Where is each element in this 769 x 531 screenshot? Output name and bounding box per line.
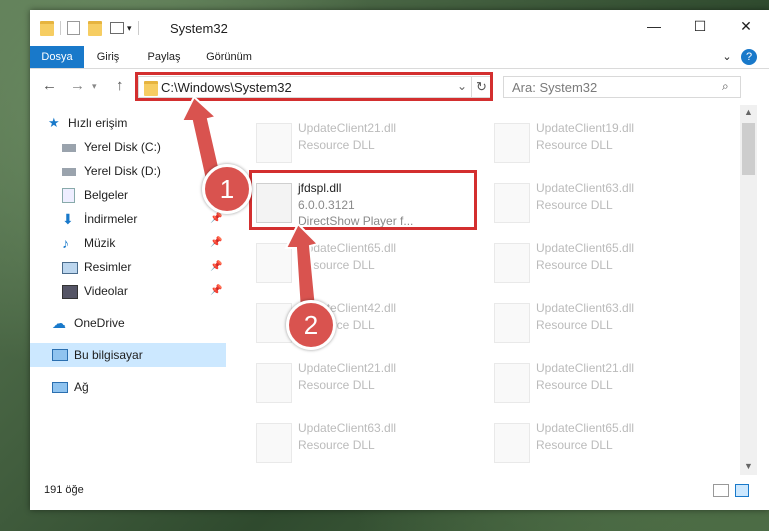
drive-icon: [62, 144, 76, 152]
new-folder-icon[interactable]: [88, 20, 102, 36]
download-icon: ⬇: [62, 211, 74, 227]
dll-file-icon: [494, 423, 530, 463]
pictures-icon: [62, 262, 78, 274]
recent-dropdown-icon[interactable]: ▾: [92, 81, 97, 92]
scroll-up-icon[interactable]: ▲: [744, 107, 753, 117]
sidebar-item-videos[interactable]: Videolar 📌: [30, 279, 226, 303]
document-icon: [62, 188, 75, 203]
vertical-scrollbar[interactable]: ▲ ▼: [740, 105, 757, 475]
up-arrow-icon[interactable]: ↑: [116, 77, 124, 94]
ribbon-tabs: Dosya Giriş Paylaş Görünüm ⌄ ?: [30, 46, 769, 69]
dll-file-icon: [494, 303, 530, 343]
minimize-button[interactable]: —: [631, 10, 677, 42]
title-bar: ▾ System32 — ☐ ✕: [30, 10, 769, 46]
pin-icon[interactable]: 📌: [210, 255, 222, 279]
help-icon[interactable]: ?: [741, 49, 757, 65]
drive-icon: [62, 168, 76, 176]
tab-home[interactable]: Giriş: [88, 46, 128, 68]
tab-share[interactable]: Paylaş: [142, 46, 186, 68]
dll-file-icon: [494, 243, 530, 283]
dll-file-icon: [494, 183, 530, 223]
list-item[interactable]: UpdateClient21.dll Resource DLL: [488, 359, 718, 407]
video-icon: [62, 285, 78, 299]
network-icon: [52, 382, 68, 393]
list-item[interactable]: UpdateClient63.dll Resource DLL: [250, 419, 480, 467]
window-title: System32: [170, 21, 228, 36]
search-icon: ⌕: [722, 79, 729, 93]
dll-file-icon: [256, 423, 292, 463]
list-item[interactable]: UpdateClient21.dll Resource DLL: [250, 119, 480, 167]
status-bar: 191 öğe: [30, 480, 769, 502]
search-box[interactable]: Ara: System32 ⌕: [503, 76, 741, 98]
pin-icon[interactable]: 📌: [210, 231, 222, 255]
cloud-icon: ☁: [52, 315, 66, 331]
step-badge-1: 1: [202, 164, 252, 214]
details-view-icon[interactable]: [713, 484, 729, 497]
properties-icon[interactable]: [67, 21, 80, 35]
list-item[interactable]: UpdateClient65.dll Resource DLL: [488, 419, 718, 467]
chevron-down-icon[interactable]: ▾: [127, 23, 132, 34]
dll-file-icon: [256, 363, 292, 403]
star-icon: ★: [48, 115, 60, 130]
list-item[interactable]: UpdateClient19.dll Resource DLL: [488, 119, 718, 167]
list-item[interactable]: UpdateClient21.dll Resource DLL: [250, 359, 480, 407]
dll-file-icon: [256, 123, 292, 163]
pin-icon[interactable]: 📌: [210, 279, 222, 303]
file-highlight: [249, 170, 477, 230]
view-icon[interactable]: [110, 22, 124, 34]
scroll-down-icon[interactable]: ▼: [744, 461, 753, 471]
tab-file[interactable]: Dosya: [30, 46, 84, 68]
maximize-button[interactable]: ☐: [677, 10, 723, 42]
dll-file-icon: [494, 123, 530, 163]
item-count: 191 öğe: [44, 484, 84, 496]
dll-file-icon: [494, 363, 530, 403]
list-item[interactable]: UpdateClient63.dll Resource DLL: [488, 179, 718, 227]
step-badge-2: 2: [286, 300, 336, 350]
search-input[interactable]: Ara: System32: [512, 80, 597, 95]
chevron-down-icon[interactable]: ⌄: [720, 46, 734, 68]
close-button[interactable]: ✕: [723, 10, 769, 42]
sidebar-item-onedrive[interactable]: ☁ OneDrive: [30, 311, 226, 335]
computer-icon: [52, 349, 68, 361]
sidebar-item-pictures[interactable]: Resimler 📌: [30, 255, 226, 279]
music-icon: ♪: [62, 235, 69, 251]
list-item[interactable]: UpdateClient63.dll Resource DLL: [488, 299, 718, 347]
tiles-view-icon[interactable]: [735, 484, 749, 497]
sidebar-item-music[interactable]: ♪ Müzik 📌: [30, 231, 226, 255]
sidebar-item-network[interactable]: Ağ: [30, 375, 226, 399]
quick-access-toolbar: ▾: [40, 19, 145, 37]
sidebar-item-downloads[interactable]: ⬇ İndirmeler 📌: [30, 207, 226, 231]
back-arrow-icon[interactable]: ←: [42, 77, 57, 94]
list-item[interactable]: UpdateClient65.dll Resource DLL: [488, 239, 718, 287]
sidebar-item-this-pc[interactable]: Bu bilgisayar: [30, 343, 226, 367]
tab-view[interactable]: Görünüm: [200, 46, 258, 68]
forward-arrow-icon[interactable]: →: [70, 77, 85, 94]
scrollbar-thumb[interactable]: [742, 123, 755, 175]
folder-icon: [40, 20, 54, 36]
